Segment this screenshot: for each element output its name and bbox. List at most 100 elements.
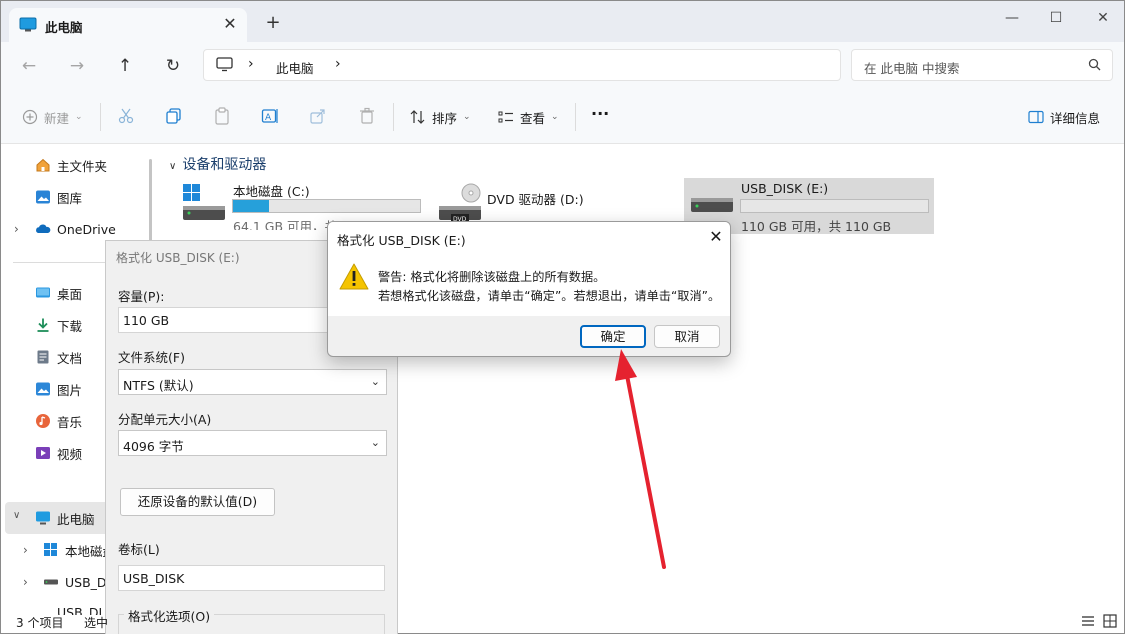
- maximize-button[interactable]: ☐: [1041, 6, 1071, 30]
- drive-name: 本地磁盘 (C:): [233, 184, 310, 199]
- chevron-down-icon: ⌄: [551, 112, 559, 122]
- sidebar-item-home[interactable]: 主文件夹: [35, 153, 107, 177]
- sidebar-item-label: USB_DI: [65, 574, 111, 590]
- close-tab-button[interactable]: ✕: [220, 14, 240, 34]
- warning-icon: [338, 262, 370, 292]
- allocation-unit-value: 4096 字节: [123, 439, 184, 454]
- refresh-button[interactable]: ↻: [160, 54, 186, 78]
- pictures-icon: [35, 381, 51, 397]
- sidebar-item-label: 桌面: [57, 286, 83, 302]
- explorer-window: 此电脑 ✕ + — ☐ ✕ ← → ↑ ↻ › 此电脑 › 在 此电脑 中搜索: [0, 0, 1125, 634]
- restore-defaults-button[interactable]: 还原设备的默认值(D): [120, 488, 275, 516]
- sidebar-item-music[interactable]: 音乐: [35, 409, 82, 433]
- cloud-icon: [35, 221, 51, 237]
- close-window-button[interactable]: ✕: [1088, 6, 1118, 30]
- sidebar-item-downloads[interactable]: 下载: [35, 313, 82, 337]
- capacity-value: 110 GB: [123, 313, 170, 328]
- details-label: 详细信息: [1050, 110, 1101, 126]
- chevron-right-icon[interactable]: ›: [14, 222, 19, 236]
- desktop-icon: [35, 285, 51, 301]
- section-header[interactable]: ∨ 设备和驱动器: [169, 154, 266, 174]
- sidebar-item-gallery[interactable]: 图库: [35, 185, 82, 209]
- windows-drive-icon: [181, 182, 227, 222]
- sidebar-item-label: OneDrive: [57, 221, 116, 237]
- usb-drive-icon: [43, 574, 59, 590]
- drive-usage-bar: [232, 199, 421, 213]
- breadcrumb-this-pc[interactable]: 此电脑: [276, 58, 314, 77]
- address-row: ← → ↑ ↻ › 此电脑 › 在 此电脑 中搜索: [1, 42, 1124, 89]
- forward-button[interactable]: →: [64, 54, 90, 78]
- tab-title: 此电脑: [45, 20, 83, 35]
- svg-text:A: A: [265, 113, 272, 123]
- file-system-select[interactable]: NTFS (默认) ⌄: [118, 369, 387, 395]
- details-pane-button[interactable]: 详细信息: [1028, 106, 1100, 128]
- capacity-field[interactable]: 110 GB: [118, 307, 348, 333]
- drive-name: USB_DISK (E:): [741, 181, 829, 196]
- sidebar-item-label: 图片: [57, 382, 83, 398]
- view-label: 查看: [520, 110, 546, 126]
- address-bar[interactable]: › 此电脑 ›: [203, 49, 841, 81]
- music-icon: [35, 413, 51, 429]
- dialog-message-line2: 若想格式化该磁盘，请单击“确定”。若想退出，请单击“取消”。: [378, 289, 721, 303]
- sidebar-item-usb-partial[interactable]: USB_DI: [57, 601, 102, 615]
- capacity-label: 容量(P):: [118, 289, 165, 304]
- sidebar-item-label: 图库: [57, 190, 83, 206]
- sidebar-item-pictures[interactable]: 图片: [35, 377, 82, 401]
- computer-icon: [19, 17, 37, 33]
- new-button[interactable]: 新建 ⌄: [22, 106, 83, 128]
- volume-label-input[interactable]: USB_DISK: [118, 565, 385, 591]
- share-icon[interactable]: [309, 107, 329, 127]
- selection-status: 选中: [84, 616, 109, 630]
- volume-label-value: USB_DISK: [123, 571, 185, 586]
- details-view-icon[interactable]: [1081, 615, 1095, 627]
- annotation-arrow: [615, 349, 666, 569]
- video-icon: [35, 445, 51, 461]
- sidebar-item-usb[interactable]: USB_DI: [43, 570, 110, 594]
- minimize-button[interactable]: —: [997, 6, 1027, 30]
- sidebar-item-onedrive[interactable]: OneDrive: [35, 217, 116, 241]
- allocation-unit-select[interactable]: 4096 字节 ⌄: [118, 430, 387, 456]
- drive-name: DVD 驱动器 (D:): [487, 192, 584, 207]
- chevron-down-icon[interactable]: ∨: [13, 510, 20, 521]
- details-pane-icon: [1028, 110, 1044, 124]
- divider: [393, 103, 394, 131]
- cut-icon[interactable]: [117, 107, 137, 127]
- sort-button[interactable]: 排序 ⌄: [410, 106, 471, 128]
- monitor-icon: [216, 57, 233, 72]
- more-options-button[interactable]: ···: [591, 104, 609, 123]
- breadcrumb-separator: ›: [248, 56, 254, 72]
- sort-icon: [410, 109, 426, 125]
- chevron-down-icon: ⌄: [370, 375, 380, 388]
- search-input[interactable]: 在 此电脑 中搜索: [851, 49, 1113, 81]
- chevron-down-icon: ⌄: [75, 112, 83, 122]
- dialog-close-button[interactable]: ✕: [704, 226, 728, 248]
- chevron-right-icon[interactable]: ›: [23, 575, 28, 589]
- sort-label: 排序: [432, 110, 458, 126]
- sidebar-item-documents[interactable]: 文档: [35, 345, 82, 369]
- drive-size: 110 GB 可用，共 110 GB: [741, 219, 892, 234]
- chevron-right-icon[interactable]: ›: [23, 543, 28, 557]
- sidebar-item-desktop[interactable]: 桌面: [35, 281, 82, 305]
- breadcrumb-chevron[interactable]: ›: [335, 56, 341, 72]
- volume-label-label: 卷标(L): [118, 542, 160, 557]
- format-window-title: 格式化 USB_DISK (E:): [116, 251, 240, 265]
- up-button[interactable]: ↑: [112, 54, 138, 78]
- item-count: 3 个项目: [16, 616, 64, 630]
- view-button[interactable]: 查看 ⌄: [498, 106, 559, 128]
- sidebar-item-this-pc[interactable]: 此电脑: [35, 506, 95, 530]
- new-tab-button[interactable]: +: [263, 13, 283, 33]
- sidebar-item-videos[interactable]: 视频: [35, 441, 82, 465]
- drive-usage-bar: [740, 199, 929, 213]
- paste-icon[interactable]: [213, 107, 233, 127]
- back-button[interactable]: ←: [16, 54, 42, 78]
- allocation-unit-label: 分配单元大小(A): [118, 412, 212, 427]
- home-icon: [35, 157, 51, 173]
- delete-icon[interactable]: [358, 107, 378, 127]
- rename-icon[interactable]: A: [261, 107, 281, 127]
- section-title: 设备和驱动器: [182, 157, 267, 173]
- divider: [575, 103, 576, 131]
- download-icon: [35, 317, 51, 333]
- copy-icon[interactable]: [165, 107, 185, 127]
- tab-this-pc[interactable]: 此电脑 ✕: [9, 8, 247, 42]
- tiles-view-icon[interactable]: [1103, 614, 1117, 628]
